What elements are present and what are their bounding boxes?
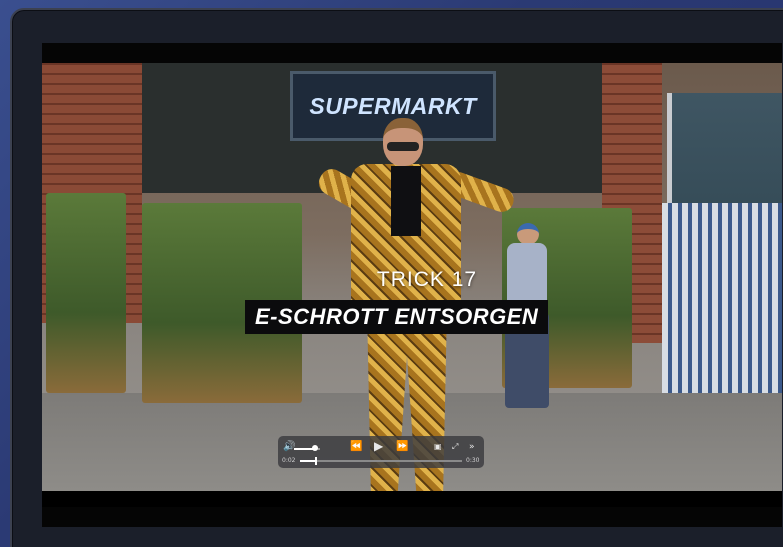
sunglasses bbox=[387, 142, 419, 151]
progress-bar[interactable] bbox=[300, 457, 462, 465]
headline-wrap: E-SCHROTT ENTSORGEN bbox=[245, 300, 549, 334]
volume-icon[interactable]: 🔊 bbox=[283, 440, 295, 454]
dancer-shirt bbox=[391, 166, 421, 236]
trick-label: TRICK 17 bbox=[376, 268, 478, 291]
letterbox-top bbox=[42, 43, 782, 63]
volume-knob[interactable] bbox=[311, 445, 318, 451]
overlay-title: TRICK 17 bbox=[42, 268, 782, 292]
current-time: 0:02 bbox=[282, 457, 296, 464]
passerby-head bbox=[517, 223, 539, 245]
progress-knob[interactable] bbox=[315, 457, 318, 465]
progress-fill bbox=[300, 460, 317, 462]
fast-forward-icon[interactable]: ⏩ bbox=[396, 440, 408, 454]
letterbox-bottom bbox=[42, 507, 782, 527]
video-controls[interactable]: 🔊 ⏪ ▶ ⏩ ▣ ⤢ » 0:02 0:30 bbox=[278, 436, 484, 468]
play-icon[interactable]: ▶ bbox=[374, 439, 383, 453]
rewind-icon[interactable]: ⏪ bbox=[350, 440, 362, 454]
progress-row: 0:02 0:30 bbox=[278, 455, 484, 467]
market-stall bbox=[662, 203, 782, 393]
controls-top-row: 🔊 ⏪ ▶ ⏩ ▣ ⤢ » bbox=[278, 439, 484, 455]
fullscreen-icon[interactable]: ⤢ bbox=[452, 440, 458, 454]
more-icon[interactable]: » bbox=[469, 440, 475, 454]
video-frame[interactable]: SUPERMARKT TRICK 17 E-SCHROTT ENTSORGEN bbox=[42, 63, 782, 491]
headline-caption: E-SCHROTT ENTSORGEN bbox=[245, 300, 549, 334]
store-sign-text: SUPERMARKT bbox=[309, 92, 477, 119]
picture-in-picture-icon[interactable]: ▣ bbox=[434, 440, 442, 454]
produce-rack-left bbox=[46, 193, 126, 393]
duration: 0:30 bbox=[466, 457, 480, 464]
volume-slider[interactable] bbox=[294, 445, 320, 451]
